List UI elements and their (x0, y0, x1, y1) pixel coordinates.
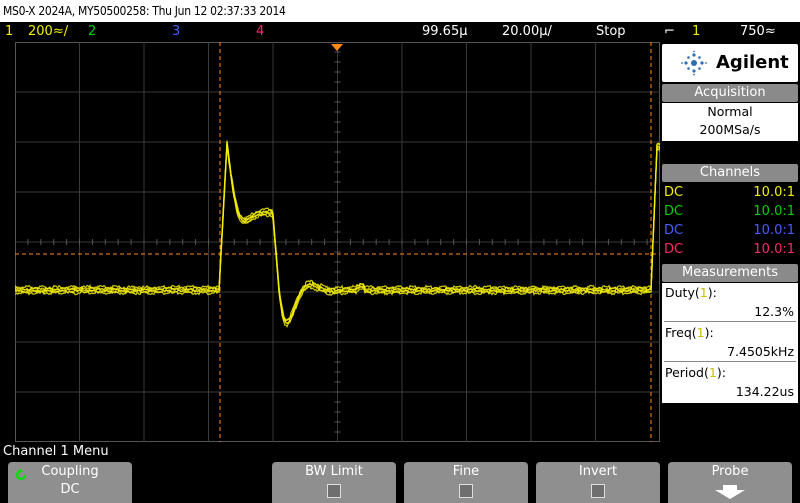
ch1-scale[interactable]: 200≈/ (28, 22, 68, 42)
acquisition-header: Acquisition (662, 84, 798, 102)
acquisition-box: Normal 200MSa/s (662, 103, 798, 141)
bw-limit-checkbox[interactable] (327, 484, 341, 498)
divider (664, 361, 796, 362)
channel-coupling: DC (664, 204, 684, 219)
status-bar: 1 200≈/ 2 3 4 99.65µ 20.00µ/ Stop ⌐ 1 75… (0, 22, 800, 42)
channel-probe: 10.0:1 (753, 242, 795, 257)
side-panel: Agilent Acquisition Normal 200MSa/s Chan… (660, 42, 800, 442)
brand-logo-box: Agilent (662, 44, 798, 82)
fine-label: Fine (452, 464, 480, 479)
coupling-softkey[interactable]: Coupling DC (8, 462, 132, 503)
channels-header: Channels (662, 164, 798, 182)
acquisition-rate: 200MSa/s (699, 122, 761, 137)
probe-softkey[interactable]: Probe (668, 462, 792, 503)
ch2-number[interactable]: 2 (88, 22, 96, 42)
channel-row-2: DC 10.0:1 (662, 202, 798, 221)
channel-coupling: DC (664, 185, 684, 200)
channel-coupling: DC (664, 242, 684, 257)
measurements-header: Measurements (662, 264, 798, 282)
fine-checkbox[interactable] (459, 484, 473, 498)
time-offset[interactable]: 99.65µ (422, 22, 468, 42)
bw-limit-label: BW Limit (305, 464, 363, 479)
ch4-number[interactable]: 4 (256, 22, 264, 42)
ch3-number[interactable]: 3 (172, 22, 180, 42)
channel-probe: 10.0:1 (753, 204, 795, 219)
divider (664, 321, 796, 322)
run-state[interactable]: Stop (596, 22, 626, 42)
title-bar: MS0-X 2024A, MY50500258: Thu Jun 12 02:3… (0, 0, 800, 22)
coupling-label: Coupling (41, 464, 99, 479)
menu-title: Channel 1 Menu (3, 444, 109, 459)
channel-coupling: DC (664, 223, 684, 238)
channel-row-3: DC 10.0:1 (662, 221, 798, 240)
waveform-display[interactable] (15, 42, 660, 442)
channel-row-4: DC 10.0:1 (662, 240, 798, 259)
ch1-number[interactable]: 1 (5, 22, 13, 42)
invert-softkey[interactable]: Invert (536, 462, 660, 503)
channel-probe: 10.0:1 (753, 223, 795, 238)
invert-label: Invert (578, 464, 618, 479)
measurement-value: 12.3% (754, 304, 794, 319)
coupling-value: DC (60, 482, 80, 497)
trigger-source[interactable]: 1 (692, 22, 700, 42)
probe-label: Probe (711, 464, 749, 479)
channel-probe: 10.0:1 (753, 185, 795, 200)
measurement-label: Period(1): (665, 365, 726, 380)
measurement-value: 134.22us (735, 384, 794, 399)
invert-checkbox[interactable] (591, 484, 605, 498)
agilent-spark-icon (681, 50, 707, 76)
measurement-label: Freq(1): (665, 325, 714, 340)
trigger-level[interactable]: 750≈ (740, 22, 776, 42)
softkey-menu-bar: Channel 1 Menu Coupling DC BW Limit Fine… (0, 442, 800, 503)
fine-softkey[interactable]: Fine (404, 462, 528, 503)
trigger-position-marker (331, 44, 343, 51)
bw-limit-softkey[interactable]: BW Limit (272, 462, 396, 503)
measurements-box: Duty(1): 12.3% Freq(1): 7.4505kHz Period… (662, 283, 798, 403)
brand-name: Agilent (716, 52, 789, 73)
channel-row-1: DC 10.0:1 (662, 183, 798, 202)
time-scale[interactable]: 20.00µ/ (502, 22, 552, 42)
waveform-graticule (15, 42, 660, 442)
trigger-slope-icon: ⌐ (664, 24, 675, 39)
acquisition-mode: Normal (707, 104, 753, 119)
measurement-value: 7.4505kHz (727, 344, 794, 359)
submenu-arrow-icon (715, 485, 745, 499)
measurement-label: Duty(1): (665, 285, 717, 300)
